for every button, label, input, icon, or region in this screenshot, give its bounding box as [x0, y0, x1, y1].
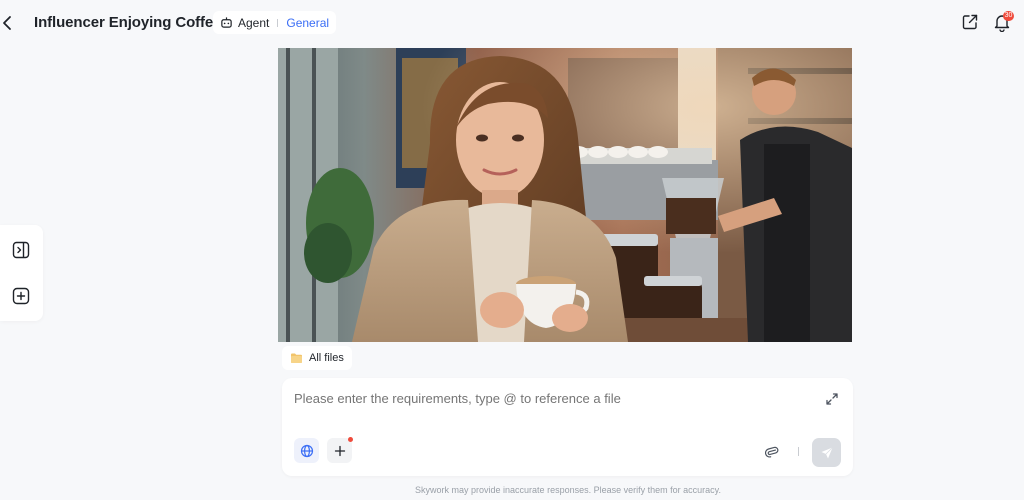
notification-badge: 30: [1003, 11, 1014, 21]
expand-button[interactable]: [825, 392, 839, 406]
page-title: Influencer Enjoying Coffee: [34, 14, 222, 31]
accuracy-disclaimer: Skywork may provide inaccurate responses…: [415, 485, 721, 495]
toggle-sidebar-button[interactable]: [11, 240, 31, 260]
top-bar: Influencer Enjoying Coffee Agent General…: [0, 0, 1024, 46]
add-tool-button[interactable]: [327, 438, 352, 463]
folder-icon: [291, 353, 302, 363]
send-icon: [821, 446, 833, 458]
share-button[interactable]: [961, 13, 979, 31]
mode-agent-label: Agent: [238, 15, 270, 30]
send-button[interactable]: [812, 438, 841, 467]
side-toolbar: [0, 225, 43, 321]
coffee-shop-photo: [278, 48, 852, 342]
new-feature-dot: [348, 437, 353, 442]
message-input[interactable]: [294, 391, 794, 406]
mode-general-label[interactable]: General: [286, 16, 329, 30]
message-composer: [282, 378, 853, 476]
share-icon: [962, 14, 978, 30]
expand-icon: [826, 393, 838, 405]
robot-icon: [221, 17, 232, 28]
plus-icon: [334, 445, 345, 456]
mode-divider: [277, 18, 279, 27]
all-files-button[interactable]: All files: [282, 346, 352, 370]
back-button[interactable]: [0, 12, 14, 34]
new-chat-button[interactable]: [11, 286, 31, 306]
mode-selector[interactable]: Agent General: [213, 11, 337, 34]
web-search-toggle[interactable]: [294, 438, 319, 463]
attachment-icon: [764, 446, 779, 458]
composer-divider: [798, 447, 799, 456]
sidebar-toggle-icon: [12, 241, 30, 259]
attach-file-button[interactable]: [764, 444, 779, 458]
plus-square-icon: [12, 287, 30, 305]
chevron-left-icon: [3, 16, 11, 30]
generated-image[interactable]: [278, 48, 852, 342]
all-files-label: All files: [309, 352, 344, 364]
globe-icon: [300, 444, 313, 457]
